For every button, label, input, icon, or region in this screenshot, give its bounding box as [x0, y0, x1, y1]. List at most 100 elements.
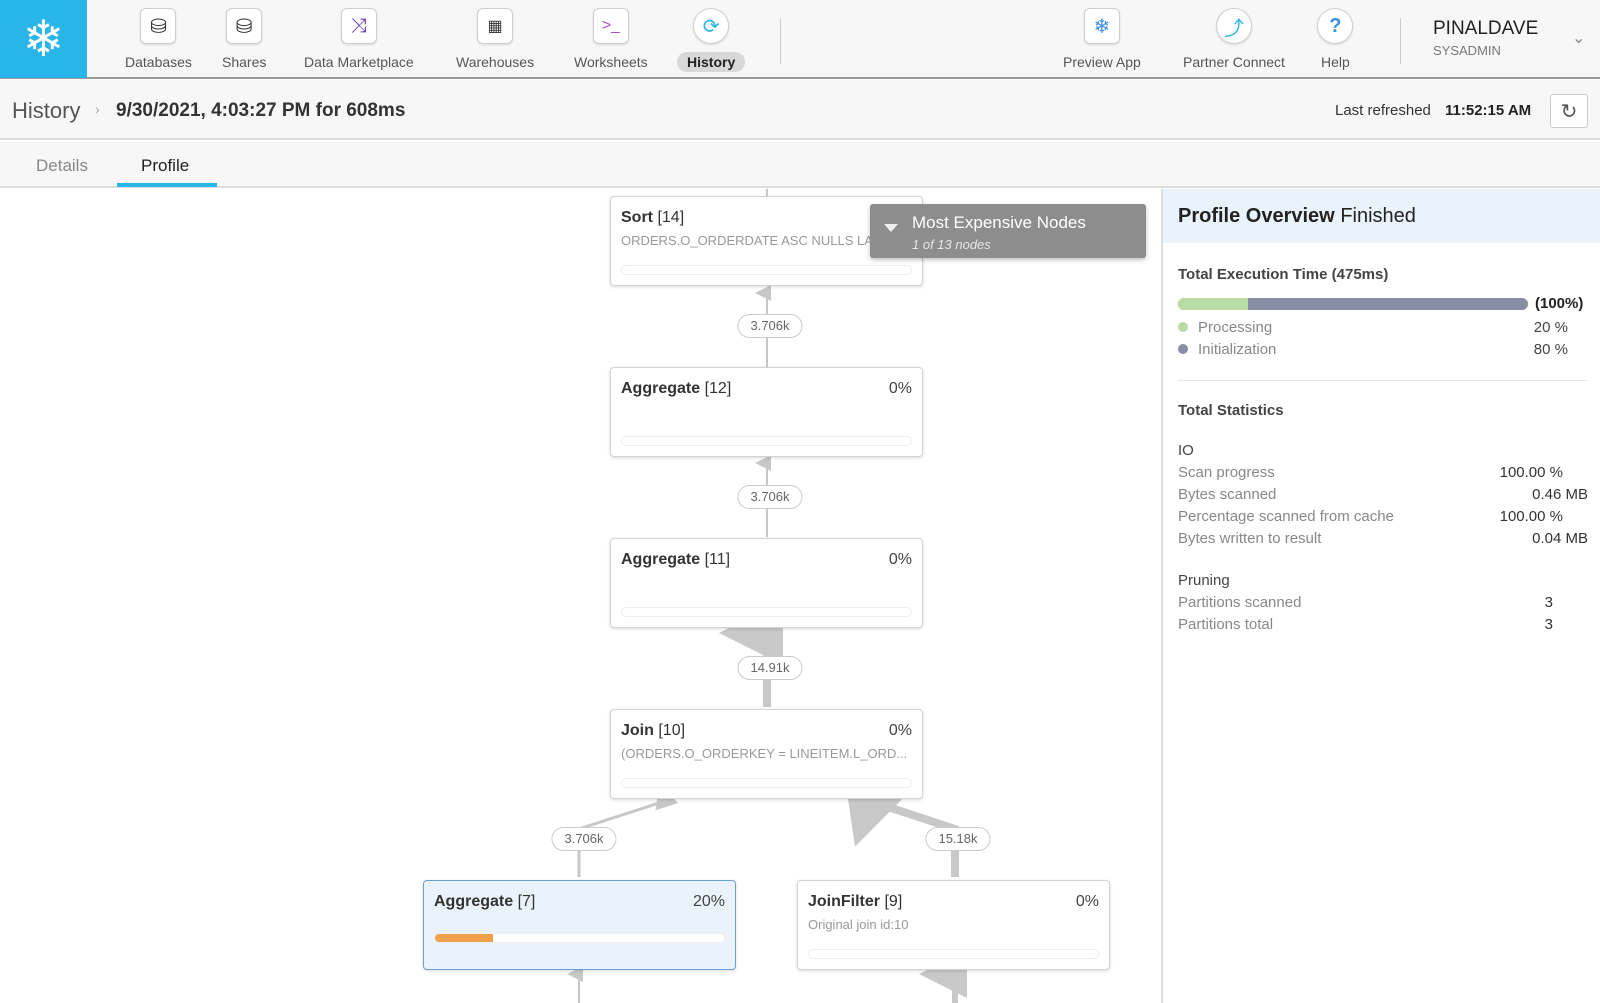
shuffle-icon: ⤨: [340, 8, 377, 44]
share-database-icon: ⛁: [226, 8, 263, 44]
node-percent: 0%: [888, 722, 912, 739]
edge-row-count: 15.18k: [925, 827, 991, 851]
node-title: Aggregate [12]: [621, 380, 732, 397]
node-subtitle: (ORDERS.O_ORDERKEY = LINEITEM.L_ORD...: [621, 746, 908, 761]
nav-data-marketplace[interactable]: ⤨ Data Marketplace: [294, 8, 424, 72]
edge-row-count: 14.91k: [737, 656, 803, 680]
nav-label: Shares: [222, 54, 267, 70]
popup-subtitle: 1 of 13 nodes: [912, 237, 991, 252]
node-title: Aggregate [7]: [434, 893, 536, 910]
graph-node-aggregate-12[interactable]: Aggregate [12] 0%: [610, 367, 923, 457]
breadcrumb-history-link[interactable]: History: [12, 98, 80, 124]
execution-time-bar: [1178, 298, 1528, 310]
execution-time-title: Total Execution Time (475ms): [1178, 266, 1389, 283]
legend-dot: [1178, 322, 1188, 332]
node-cost-bar: [621, 607, 912, 617]
graph-node-joinfilter-9[interactable]: JoinFilter [9] 0% Original join id:10: [797, 880, 1110, 970]
tab-bar: Details Profile: [0, 142, 1600, 188]
node-cost-bar-fill: [435, 934, 493, 942]
user-menu[interactable]: PINALDAVE SYSADMIN: [1433, 18, 1538, 58]
nav-divider: [780, 18, 781, 64]
legend-dot: [1178, 344, 1188, 354]
nav-label: Data Marketplace: [304, 54, 414, 70]
stat-row: Percentage scanned from cache 100.00 %: [1178, 508, 1563, 525]
active-tab-indicator: [117, 183, 217, 187]
stat-row: Partitions scanned 3: [1178, 594, 1553, 611]
breadcrumb: History › 9/30/2021, 4:03:27 PM for 608m…: [0, 80, 1600, 140]
node-percent: 0%: [888, 551, 912, 568]
nav-warehouses[interactable]: ▦ Warehouses: [446, 8, 544, 72]
stat-row: Scan progress 100.00 %: [1178, 464, 1563, 481]
total-statistics-title: Total Statistics: [1178, 402, 1284, 419]
node-cost-bar: [434, 933, 725, 943]
node-title: Sort [14]: [621, 209, 685, 226]
connect-icon: ⤴: [1215, 8, 1252, 44]
panel-header: Profile Overview Finished: [1163, 189, 1600, 243]
stat-row: Bytes scanned 0.46 MB: [1178, 486, 1588, 503]
node-subtitle: Original join id:10: [808, 917, 909, 932]
nav-databases[interactable]: ⛁ Databases: [115, 8, 202, 72]
node-cost-bar: [621, 265, 912, 275]
pruning-group-title: Pruning: [1178, 572, 1230, 589]
user-name: PINALDAVE: [1433, 18, 1539, 39]
edge-row-count: 3.706k: [551, 827, 617, 851]
snowflake-logo-icon[interactable]: ❄: [0, 0, 87, 78]
help-icon: ?: [1317, 8, 1354, 44]
stat-row: Bytes written to result 0.04 MB: [1178, 530, 1588, 547]
chevron-right-icon: ›: [95, 101, 100, 117]
database-icon: ⛁: [140, 8, 177, 44]
warehouse-grid-icon: ▦: [477, 8, 514, 44]
snowflake-icon: ❄: [1083, 8, 1120, 44]
breadcrumb-current: 9/30/2021, 4:03:27 PM for 608ms: [116, 100, 406, 121]
nav-label: Partner Connect: [1183, 54, 1285, 70]
graph-node-aggregate-7[interactable]: Aggregate [7] 20%: [423, 880, 736, 970]
stat-row: Partitions total 3: [1178, 616, 1553, 633]
nav-help[interactable]: ? Help: [1311, 8, 1360, 72]
refresh-icon: ↻: [1560, 100, 1578, 123]
node-percent: 20%: [692, 893, 725, 910]
nav-label: Warehouses: [456, 54, 535, 70]
last-refreshed-time: 11:52:15 AM: [1445, 102, 1532, 119]
edge-row-count: 3.706k: [737, 314, 803, 338]
nav-worksheets[interactable]: >_ Worksheets: [564, 8, 658, 72]
popup-title: Most Expensive Nodes: [912, 213, 1086, 232]
status-label: Finished: [1340, 205, 1416, 227]
nav-shares[interactable]: ⛁ Shares: [212, 8, 276, 72]
caret-down-icon: [884, 224, 898, 232]
node-title: Aggregate [11]: [621, 551, 731, 568]
nav-preview-app[interactable]: ❄ Preview App: [1053, 8, 1151, 72]
node-cost-bar: [621, 436, 912, 446]
nav-divider: [1400, 18, 1401, 64]
execution-total-percent: (100%): [1535, 295, 1584, 312]
divider: [1178, 380, 1588, 381]
legend-processing: Processing 20 %: [1178, 319, 1578, 336]
node-cost-bar: [808, 949, 1099, 959]
chevron-down-icon[interactable]: ⌄: [1572, 28, 1585, 48]
refresh-button[interactable]: ↻: [1550, 94, 1588, 128]
node-subtitle: ORDERS.O_ORDERDATE ASC NULLS LAST: [621, 233, 890, 248]
profile-overview-panel: Profile Overview Finished Total Executio…: [1161, 189, 1600, 1003]
nav-label: Help: [1321, 54, 1350, 70]
top-navigation-bar: ❄ ⛁ Databases ⛁ Shares ⤨ Data Marketplac…: [0, 0, 1600, 79]
history-icon: ⟳: [693, 8, 730, 44]
nav-label: Preview App: [1063, 54, 1141, 70]
edge-row-count: 3.706k: [737, 485, 803, 509]
nav-label: History: [677, 52, 746, 72]
legend-initialization: Initialization 80 %: [1178, 341, 1578, 358]
tab-profile[interactable]: Profile: [141, 156, 189, 176]
tab-details[interactable]: Details: [36, 156, 88, 176]
node-title: Join [10]: [621, 722, 686, 739]
processing-segment: [1178, 298, 1248, 310]
nav-history[interactable]: ⟳ History: [677, 8, 746, 72]
user-role: SYSADMIN: [1433, 43, 1501, 58]
node-title: JoinFilter [9]: [808, 893, 903, 910]
graph-node-join-10[interactable]: Join [10] 0% (ORDERS.O_ORDERKEY = LINEIT…: [610, 709, 923, 799]
node-percent: 0%: [1075, 893, 1099, 910]
last-refreshed-label: Last refreshed: [1335, 102, 1431, 119]
profile-graph-canvas[interactable]: 3.706k 3.706k 14.91k 3.706k 15.18k Sort …: [0, 189, 1160, 1003]
node-cost-bar: [621, 778, 912, 788]
nav-partner-connect[interactable]: ⤴ Partner Connect: [1173, 8, 1295, 72]
nav-label: Worksheets: [574, 54, 648, 70]
most-expensive-nodes-dropdown[interactable]: Most Expensive Nodes 1 of 13 nodes: [870, 204, 1146, 258]
graph-node-aggregate-11[interactable]: Aggregate [11] 0%: [610, 538, 923, 628]
